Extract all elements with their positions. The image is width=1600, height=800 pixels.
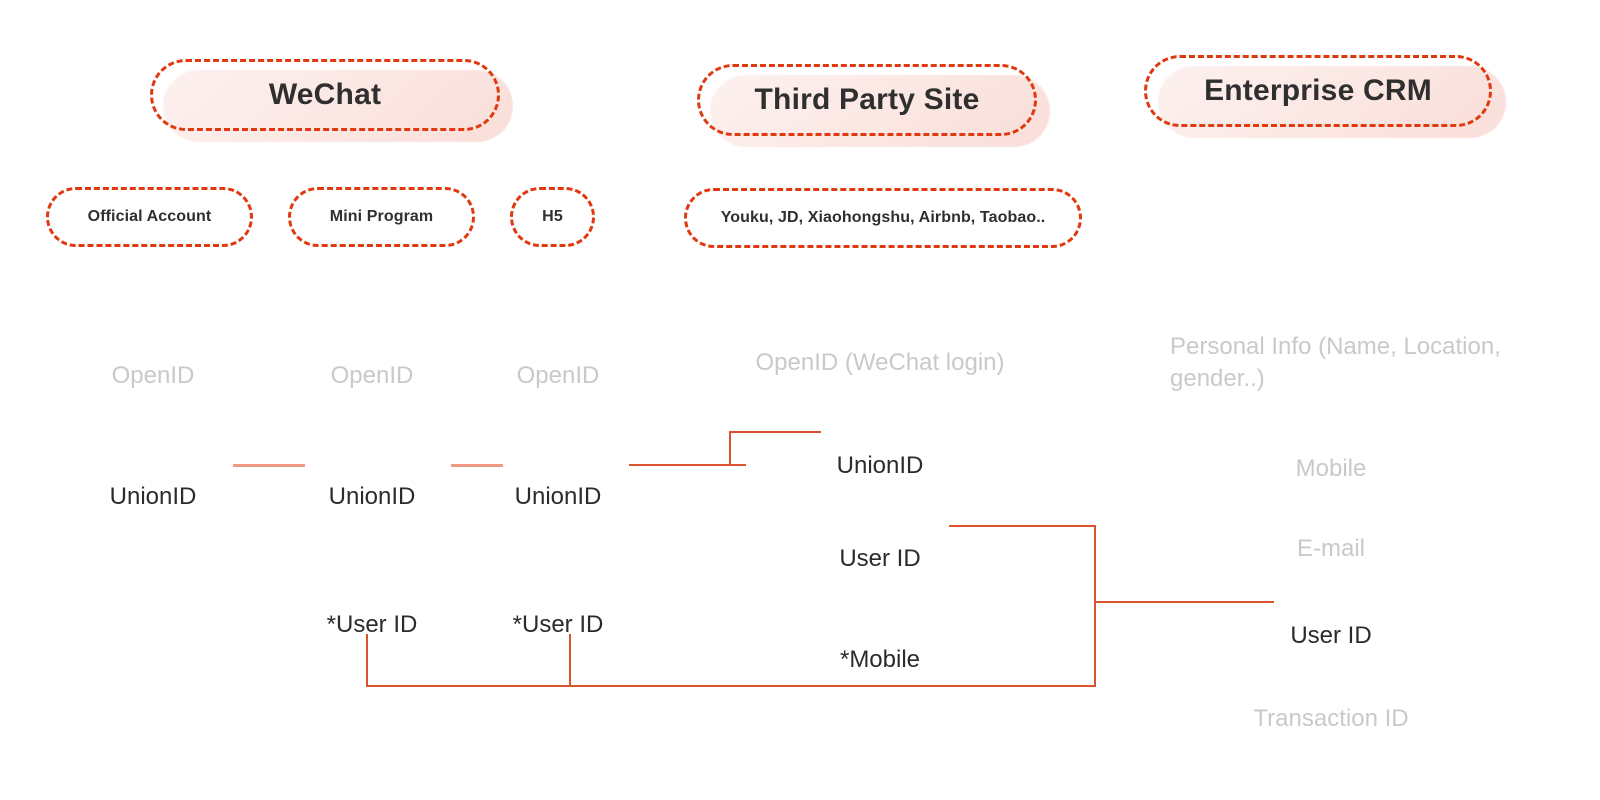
channel-pill-h5-label: H5 [542, 208, 563, 225]
channel-pill-official-account[interactable]: Official Account [46, 187, 253, 247]
connector-userid-third-to-crm-horizontal-upper [949, 525, 1096, 527]
connector-bus-drop-h5 [569, 634, 571, 687]
platform-pill-wechat-label: WeChat [268, 78, 382, 111]
connector-unionid-2-to-3 [451, 464, 503, 467]
identifier-openid-official-account-label: OpenID [111, 362, 195, 389]
identifier-personal-info-crm-label: Personal Info (Name, Location, gender..) [1170, 333, 1501, 392]
identifier-unionid-third-party-label: UnionID [836, 452, 924, 479]
identifier-openid-official-account: OpenID [112, 328, 195, 392]
channel-pill-mini-program-label: Mini Program [329, 208, 434, 225]
identifier-openid-h5-label: OpenID [516, 362, 600, 389]
identifier-openid-mini-program-label: OpenID [330, 362, 414, 389]
platform-pill-third-party-label: Third Party Site [754, 83, 980, 116]
identifier-star-userid-h5: *User ID [513, 577, 604, 641]
identifier-unionid-wechat-3-label: UnionID [514, 483, 602, 510]
channel-pill-h5[interactable]: H5 [510, 187, 595, 247]
identifier-unionid-wechat-2-label: UnionID [328, 483, 416, 510]
connector-unionid-1-to-2 [233, 464, 305, 467]
identifier-openid-h5: OpenID [517, 328, 600, 392]
identifier-openid-third-party-label: OpenID (WeChat login) [755, 349, 1005, 376]
channel-pill-third-party-sites[interactable]: Youku, JD, Xiaohongshu, Airbnb, Taobao.. [684, 188, 1082, 248]
connector-bus-riser-to-crm [1094, 601, 1096, 687]
identifier-unionid-wechat-1: UnionID [110, 449, 197, 513]
identity-mapping-diagram: WeChat Third Party Site Enterprise CRM O… [0, 0, 1600, 800]
connector-unionid-3-to-third-horizontal-upper [729, 431, 821, 433]
identifier-userid-crm-label: User ID [1290, 622, 1372, 649]
identifier-unionid-wechat-2: UnionID [329, 449, 416, 513]
identifier-transaction-id-crm-label: Transaction ID [1253, 705, 1409, 732]
channel-pill-third-party-sites-label: Youku, JD, Xiaohongshu, Airbnb, Taobao.. [720, 209, 1046, 226]
identifier-unionid-wechat-3: UnionID [515, 449, 602, 513]
identifier-transaction-id-crm: Transaction ID [1253, 671, 1408, 735]
identifier-star-mobile-third-party-label: *Mobile [839, 646, 921, 673]
platform-pill-enterprise-crm-label: Enterprise CRM [1204, 74, 1432, 107]
identifier-openid-mini-program: OpenID [331, 328, 414, 392]
identifier-personal-info-crm: Personal Info (Name, Location, gender..) [1170, 299, 1520, 395]
connector-unionid-3-to-third-vertical [729, 431, 731, 466]
identifier-star-userid-h5-label: *User ID [512, 611, 604, 638]
identifier-email-crm-label: E-mail [1296, 535, 1366, 562]
identifier-star-userid-mini-program-label: *User ID [326, 611, 418, 638]
channel-pill-mini-program[interactable]: Mini Program [288, 187, 475, 247]
identifier-mobile-crm-label: Mobile [1295, 455, 1367, 482]
platform-pill-third-party[interactable]: Third Party Site [697, 64, 1037, 136]
connector-bus-horizontal [366, 685, 1096, 687]
connector-bus-drop-mini-program [366, 634, 368, 687]
connector-userid-third-to-crm-horizontal-lower [1094, 601, 1274, 603]
platform-pill-enterprise-crm[interactable]: Enterprise CRM [1144, 55, 1492, 127]
identifier-openid-third-party: OpenID (WeChat login) [756, 315, 1005, 379]
identifier-unionid-wechat-1-label: UnionID [109, 483, 197, 510]
identifier-userid-crm: User ID [1290, 588, 1371, 652]
identifier-star-userid-mini-program: *User ID [327, 577, 418, 641]
identifier-star-mobile-third-party: *Mobile [840, 612, 920, 676]
identifier-unionid-third-party: UnionID [837, 418, 924, 482]
platform-pill-wechat[interactable]: WeChat [150, 59, 500, 131]
channel-pill-official-account-label: Official Account [87, 208, 212, 225]
identifier-userid-third-party: User ID [839, 511, 920, 575]
identifier-email-crm: E-mail [1297, 501, 1365, 565]
identifier-userid-third-party-label: User ID [839, 545, 921, 572]
identifier-mobile-crm: Mobile [1296, 421, 1367, 485]
connector-userid-third-to-crm-vertical [1094, 525, 1096, 612]
